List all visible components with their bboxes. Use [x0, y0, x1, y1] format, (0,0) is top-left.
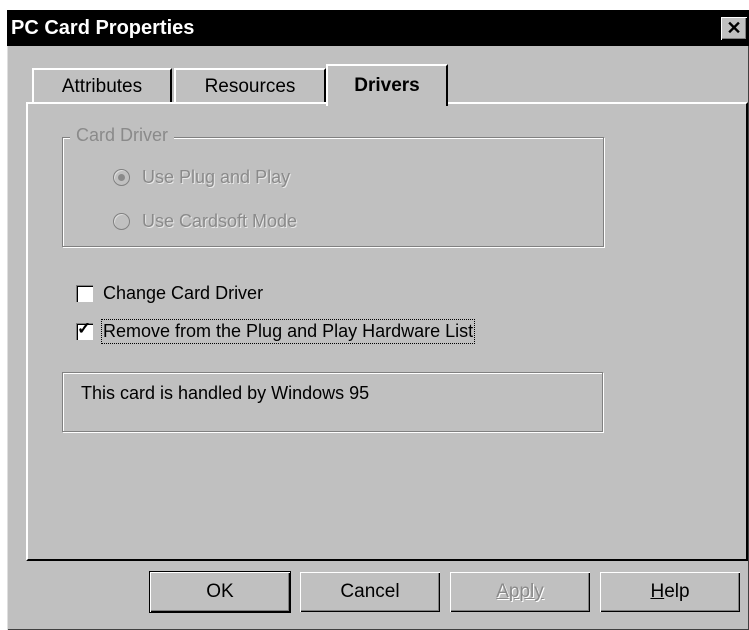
tab-attributes[interactable]: Attributes: [32, 68, 172, 104]
checkmark-icon: ✓: [77, 319, 92, 338]
radio-use-plug-and-play[interactable]: Use Plug and Play: [113, 167, 290, 188]
card-driver-legend: Card Driver: [70, 125, 175, 146]
button-label: Help: [650, 581, 690, 602]
radio-label: Use Cardsoft Mode: [142, 211, 298, 231]
radio-button[interactable]: [113, 213, 130, 230]
button-label: OK: [206, 581, 234, 602]
checkbox[interactable]: ✓: [76, 319, 93, 340]
cancel-button[interactable]: Cancel: [300, 572, 440, 612]
tab-label: Drivers: [354, 75, 420, 96]
tab-resources[interactable]: Resources: [174, 68, 326, 104]
tab-drivers[interactable]: Drivers: [326, 64, 448, 106]
button-label: Cancel: [340, 581, 400, 602]
radio-button[interactable]: [113, 169, 130, 186]
radio-label: Use Plug and Play: [142, 167, 291, 187]
driver-info-text: This card is handled by Windows 95: [62, 372, 603, 432]
tab-label: Attributes: [61, 76, 143, 97]
close-button[interactable]: ✕: [721, 17, 747, 40]
checkbox-remove-from-pnp-list[interactable]: ✓ Remove from the Plug and Play Hardware…: [76, 319, 476, 344]
tab-label: Resources: [204, 76, 296, 97]
checkbox-change-card-driver[interactable]: Change Card Driver: [76, 283, 263, 304]
window-title: PC Card Properties: [11, 16, 195, 39]
checkbox-label: Change Card Driver: [103, 283, 264, 303]
radio-use-cardsoft-mode[interactable]: Use Cardsoft Mode: [113, 211, 297, 232]
checkbox[interactable]: [76, 285, 93, 302]
button-label: Apply: [496, 581, 544, 602]
apply-button[interactable]: Apply: [450, 572, 590, 612]
close-icon: ✕: [726, 18, 742, 38]
title-bar[interactable]: PC Card Properties ✕: [7, 10, 749, 46]
help-button[interactable]: Help: [600, 572, 740, 612]
ok-button[interactable]: OK: [150, 572, 290, 612]
checkbox-label: Remove from the Plug and Play Hardware L…: [100, 319, 476, 344]
